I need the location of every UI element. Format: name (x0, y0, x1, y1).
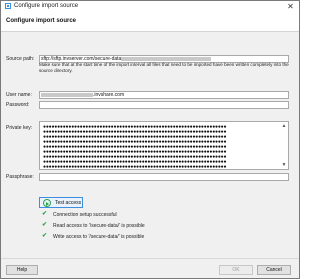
import-source-icon (5, 3, 11, 9)
status-text: Write access to '/secure-data/' is possi… (53, 234, 145, 240)
test-access-label: Test access (55, 200, 82, 206)
title-bar: Configure import source ✕ (1, 1, 299, 12)
status-text: Read access to '/secure-data/' is possib… (53, 223, 145, 229)
passphrase-input[interactable] (39, 173, 289, 181)
window-title: Configure import source (14, 3, 79, 9)
passphrase-label: Passphrase: (6, 174, 34, 180)
redacted-user (41, 92, 93, 97)
configure-import-source-dialog: Configure import source ✕ Configure impo… (0, 0, 300, 279)
dialog-title: Configure import source (6, 18, 77, 24)
check-icon: ✔ (42, 222, 48, 228)
source-path-label: Source path: (6, 56, 35, 62)
dialog-footer: Help OK Cancel (1, 258, 299, 278)
check-icon: ✔ (42, 211, 48, 217)
status-text: Connection setup successful (53, 212, 117, 218)
help-button[interactable]: Help (6, 265, 38, 275)
user-name-input[interactable]: .invshare.com (39, 91, 289, 99)
scroll-up-arrow-icon[interactable]: ▲ (281, 123, 287, 129)
source-path-hint: Make sure that at the start time of the … (39, 62, 289, 73)
play-circle-icon (43, 199, 51, 207)
cancel-button[interactable]: Cancel (257, 265, 291, 275)
scroll-down-arrow-icon[interactable]: ▼ (281, 162, 287, 168)
user-name-value: .invshare.com (93, 92, 125, 98)
password-label: Password: (6, 102, 30, 108)
private-key-textarea[interactable]: ●●●●●●●●●●●●●●●●●●●●●●●●●●●●●●●●●●●●●●●●… (39, 121, 289, 170)
private-key-line: ●●●●●●●●●●●●●●●●●●●●●●●●●●●●●●●●●●●●●●●●… (43, 164, 227, 170)
redacted-path (121, 56, 212, 61)
ok-button[interactable]: OK (219, 265, 253, 275)
dialog-header: Configure import source (1, 12, 299, 32)
password-input[interactable] (39, 101, 289, 109)
close-icon[interactable]: ✕ (286, 2, 295, 11)
test-access-button[interactable]: Test access (39, 197, 83, 208)
user-name-label: User name: (6, 92, 32, 98)
check-icon: ✔ (42, 233, 48, 239)
private-key-label: Private key: (6, 125, 33, 131)
